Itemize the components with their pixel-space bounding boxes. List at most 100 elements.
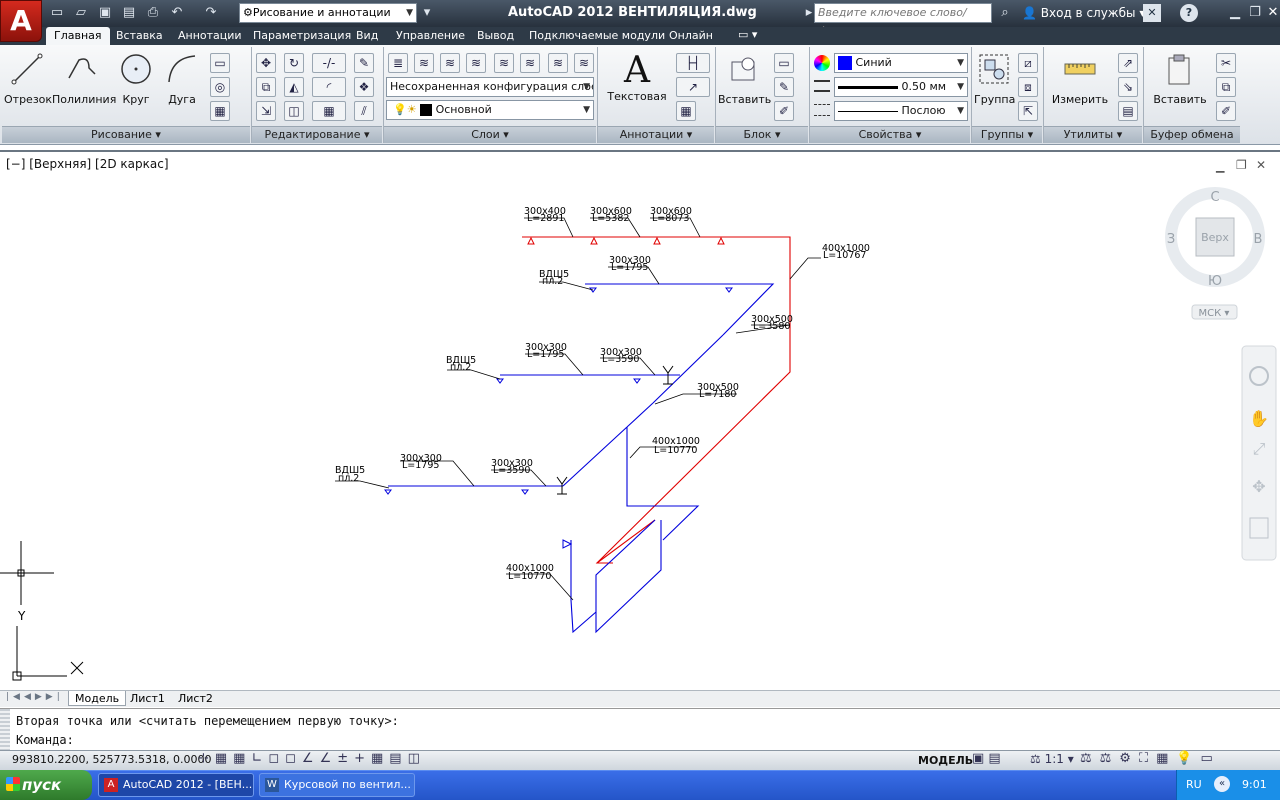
scale-icon[interactable]: ◫ <box>284 101 304 121</box>
undo-icon[interactable]: ↶ <box>168 4 186 22</box>
edit-block-icon[interactable]: ✎ <box>774 77 794 97</box>
line-tool-button[interactable]: Отрезок <box>4 52 52 106</box>
group-select-icon[interactable]: ⇱ <box>1018 101 1038 121</box>
tab-home[interactable]: Главная <box>46 27 110 45</box>
match-properties-icon[interactable]: ✐ <box>1216 101 1236 121</box>
viewcube-south[interactable]: Ю <box>1208 274 1222 289</box>
calculator-icon[interactable]: ▤ <box>1118 101 1138 121</box>
status-tray-icons[interactable]: ⚖⚖⚙⛶▦💡▭ <box>1080 751 1221 766</box>
tab-layout1[interactable]: Лист1 <box>124 691 171 706</box>
model-space-toggle[interactable]: МОДЕЛЬ <box>918 754 973 767</box>
group-button[interactable]: Группа <box>974 52 1015 106</box>
tab-parametric[interactable]: Параметризация <box>245 27 359 45</box>
lineweight-select[interactable]: 0.50 мм ▼ <box>834 77 968 97</box>
layer-state-icon[interactable]: ≋ <box>414 53 434 73</box>
save-as-icon[interactable]: ▤ <box>120 4 138 22</box>
command-prompt[interactable]: Команда: <box>16 733 74 747</box>
layout-quickview-icon[interactable]: ▣ ▤ <box>972 751 1001 766</box>
login-link[interactable]: 👤 Вход в службы ▾ <box>1022 6 1145 20</box>
drawing-canvas[interactable]: 300x400L=2891 300x600L=5382 300x600L=807… <box>0 150 1280 690</box>
polyline-tool-button[interactable]: Полилиния <box>52 52 116 106</box>
viewport-close-icon[interactable]: ✕ <box>1256 158 1266 172</box>
tab-output[interactable]: Вывод <box>469 27 522 45</box>
move-icon[interactable]: ✥ <box>256 53 276 73</box>
explode-icon[interactable]: ❖ <box>354 77 374 97</box>
pan-icon[interactable]: ✋ <box>1249 409 1269 428</box>
taskbar-word[interactable]: Курсовой по вентил... <box>259 773 415 797</box>
select-similar-icon[interactable]: ⇘ <box>1118 77 1138 97</box>
layer-freeze-icon[interactable]: ≋ <box>494 53 514 73</box>
block-attribute-icon[interactable]: ✐ <box>774 101 794 121</box>
quick-access-menu-icon[interactable]: ▾ <box>418 4 436 22</box>
circle-tool-button[interactable]: Круг <box>116 52 156 106</box>
command-grip-icon[interactable] <box>0 709 10 751</box>
trim-icon[interactable]: -/- <box>312 53 346 73</box>
leader-icon[interactable]: ↗ <box>676 77 710 97</box>
ribbon-toggle-icon[interactable]: ▭ ▾ <box>738 28 757 41</box>
viewport-controls-label[interactable]: [−] [Верхняя] [2D каркас] <box>6 157 169 171</box>
hatch-icon[interactable]: ◎ <box>210 77 230 97</box>
taskbar-autocad[interactable]: AutoCAD 2012 - [ВЕН... <box>98 773 254 797</box>
rotate-icon[interactable]: ↻ <box>284 53 304 73</box>
array-icon[interactable]: ▦ <box>312 101 346 121</box>
properties-panel-footer[interactable]: Свойства ▾ <box>810 126 970 143</box>
exchange-icon[interactable]: ✕ <box>1143 4 1161 22</box>
layer-match-icon[interactable]: ≋ <box>548 53 568 73</box>
modify-panel-footer[interactable]: Редактирование ▾ <box>252 126 382 143</box>
arc-tool-button[interactable]: Дуга <box>162 52 202 106</box>
workspace-select[interactable]: ⚙Рисование и аннотации ▼ <box>239 3 417 23</box>
linetype-select[interactable]: Послою ▼ <box>834 101 968 121</box>
erase-icon[interactable]: ✎ <box>354 53 374 73</box>
cut-icon[interactable]: ✂ <box>1216 53 1236 73</box>
color-select[interactable]: Синий ▼ <box>834 53 968 73</box>
mirror-icon[interactable]: ◭ <box>284 77 304 97</box>
paste-button[interactable]: Вставить <box>1150 52 1210 106</box>
print-icon[interactable]: ⎙ <box>144 4 162 22</box>
help-button[interactable]: ? <box>1180 4 1198 22</box>
layer-isolate-icon[interactable]: ≋ <box>466 53 486 73</box>
close-icon[interactable]: ✕ <box>1264 4 1280 22</box>
group-edit-icon[interactable]: ⧈ <box>1018 77 1038 97</box>
coordinate-readout[interactable]: 993810.2200, 525773.5318, 0.0000 <box>12 753 211 766</box>
new-file-icon[interactable]: ▭ <box>48 4 66 22</box>
copy-clip-icon[interactable]: ⧉ <box>1216 77 1236 97</box>
text-tool-button[interactable]: A Текстовая <box>606 52 668 104</box>
dimension-icon[interactable]: ├┤ <box>676 53 710 73</box>
viewport-minimize-icon[interactable]: ▁ <box>1216 160 1224 173</box>
table-icon[interactable]: ▦ <box>676 101 696 121</box>
tab-manage[interactable]: Управление <box>388 27 473 45</box>
draw-panel-footer[interactable]: Рисование ▾ <box>2 126 250 143</box>
search-input[interactable]: Введите ключевое слово/фразу <box>814 3 992 37</box>
tab-plugins[interactable]: Подключаемые модули <box>521 27 673 45</box>
layer-prev-icon[interactable]: ≋ <box>574 53 594 73</box>
create-block-icon[interactable]: ▭ <box>774 53 794 73</box>
fillet-icon[interactable]: ◜ <box>312 77 346 97</box>
command-window[interactable]: Вторая точка или <считать перемещением п… <box>0 708 1280 751</box>
tab-annotate[interactable]: Аннотации <box>170 27 250 45</box>
offset-icon[interactable]: ⫽ <box>354 101 374 121</box>
tab-view[interactable]: Вид <box>348 27 386 45</box>
redo-icon[interactable]: ↷ <box>202 4 220 22</box>
tab-model[interactable]: Модель <box>68 691 127 706</box>
clipboard-panel-footer[interactable]: Буфер обмена <box>1144 126 1240 143</box>
color-wheel-icon[interactable] <box>814 55 830 71</box>
application-menu-button[interactable]: A <box>0 0 42 42</box>
layer-off-icon[interactable]: ≋ <box>440 53 460 73</box>
annotation-panel-footer[interactable]: Аннотации ▾ <box>598 126 714 143</box>
ungroup-icon[interactable]: ⧄ <box>1018 53 1038 73</box>
layer-properties-icon[interactable]: ≣ <box>388 53 408 73</box>
save-icon[interactable]: ▣ <box>96 4 114 22</box>
layer-config-select[interactable]: Несохраненная конфигурация слоев ▼ <box>386 77 594 97</box>
drafting-toggles[interactable]: ⊹▦▦∟◻◻∠∠±+▦▤◫ <box>198 751 426 766</box>
viewcube-west[interactable]: З <box>1167 232 1175 247</box>
gradient-icon[interactable]: ▦ <box>210 101 230 121</box>
insert-block-button[interactable]: Вставить <box>718 52 771 106</box>
rectangle-icon[interactable]: ▭ <box>210 53 230 73</box>
layers-panel-footer[interactable]: Слои ▾ <box>384 126 596 143</box>
tab-layout2[interactable]: Лист2 <box>172 691 219 706</box>
layer-lock-icon[interactable]: ≋ <box>520 53 540 73</box>
viewport-restore-icon[interactable]: ❐ <box>1236 158 1247 172</box>
annotation-scale-select[interactable]: ⚖ 1:1 ▾ <box>1030 752 1074 766</box>
open-file-icon[interactable]: ▱ <box>72 4 90 22</box>
viewcube-east[interactable]: В <box>1254 232 1263 247</box>
